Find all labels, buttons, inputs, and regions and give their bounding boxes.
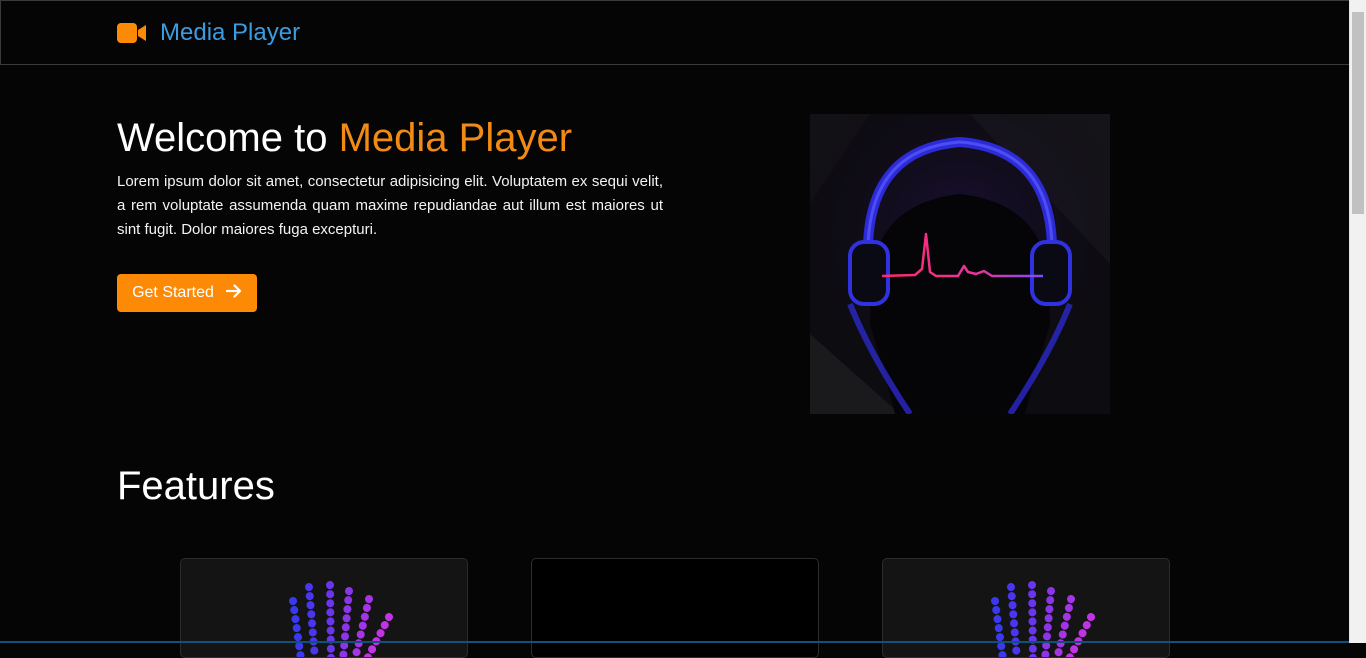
get-started-label: Get Started <box>132 284 214 301</box>
hero-description: Lorem ipsum dolor sit amet, consectetur … <box>117 173 663 238</box>
hero-title-prefix: Welcome to <box>117 116 328 160</box>
arrow-right-icon <box>225 283 242 303</box>
navbar: Media Player <box>0 0 1349 65</box>
hero-title: Welcome to Media Player <box>117 113 572 163</box>
vertical-scrollbar[interactable] <box>1349 0 1366 643</box>
features-title: Features <box>117 464 275 508</box>
get-started-button[interactable]: Get Started <box>117 274 257 312</box>
feature-card-1[interactable] <box>180 558 468 658</box>
video-camera-icon <box>117 21 147 45</box>
hero-title-accent: Media Player <box>338 116 573 160</box>
scrollbar-thumb[interactable] <box>1352 12 1364 214</box>
brand-title: Media Player <box>160 19 301 46</box>
headphones-heartbeat-image <box>810 114 1110 416</box>
equalizer-bars-image <box>289 581 393 657</box>
feature-card-3[interactable] <box>882 558 1170 658</box>
feature-card-2[interactable] <box>531 558 819 658</box>
brand-link[interactable]: Media Player <box>117 20 300 46</box>
equalizer-bars-image <box>991 581 1095 657</box>
